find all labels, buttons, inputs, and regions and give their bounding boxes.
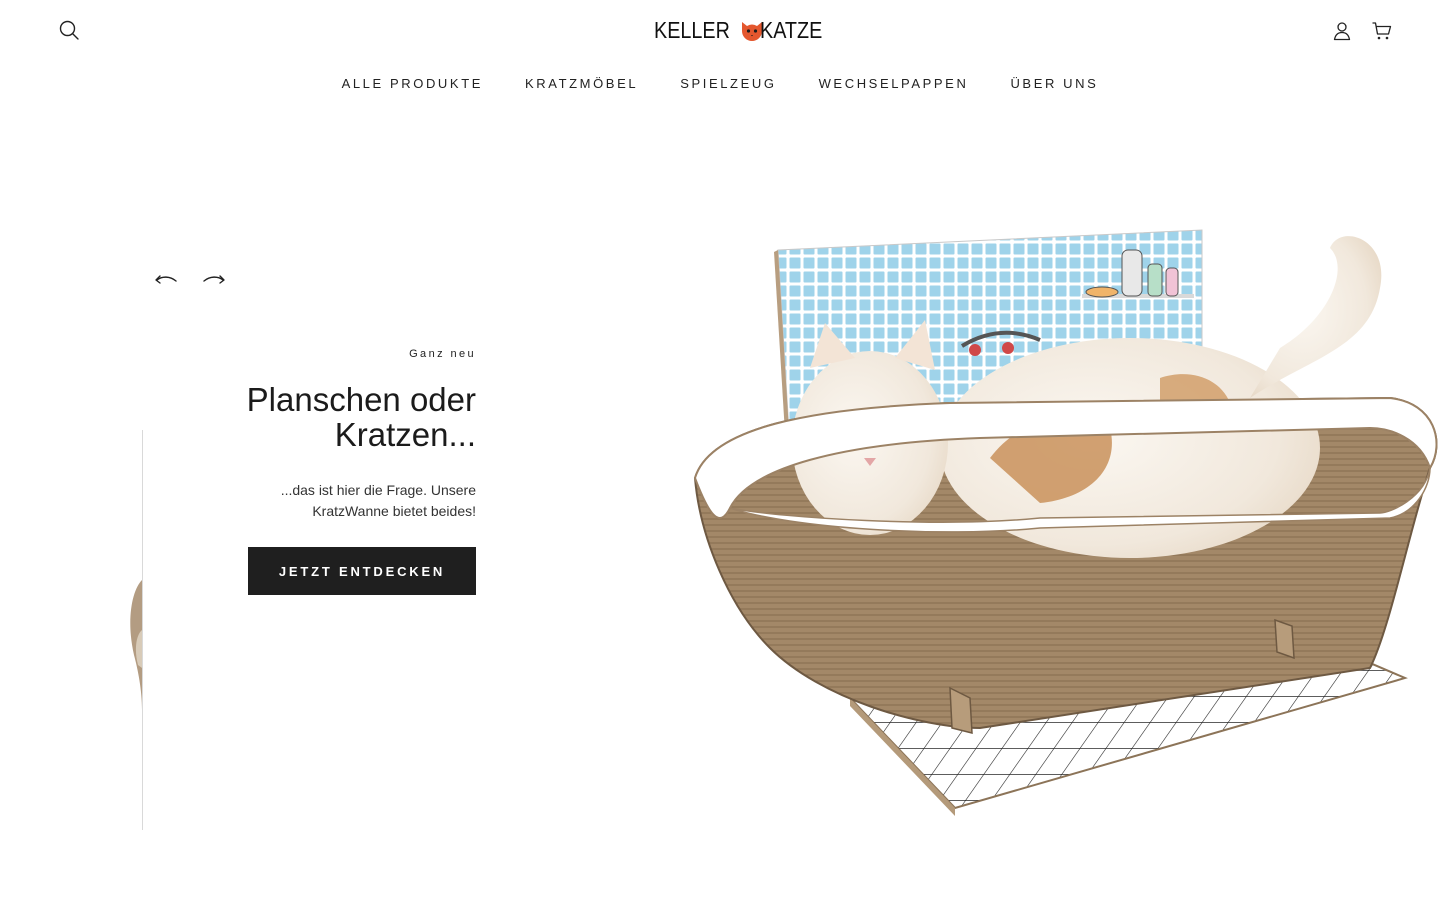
nav-item-alle-produkte[interactable]: ALLE PRODUKTE bbox=[321, 72, 504, 96]
site-header: KELLER KATZE bbox=[0, 0, 1440, 60]
hero-headline-line1: Planschen oder bbox=[246, 381, 476, 418]
hero-product-image[interactable] bbox=[690, 228, 1440, 828]
cta-button[interactable]: JETZT ENTDECKEN bbox=[248, 547, 476, 595]
logo-text-left: KELLER bbox=[654, 16, 730, 43]
previous-slide-button[interactable] bbox=[152, 268, 180, 292]
hero-slideshow: Ganz neu Planschen oder Kratzen... ...da… bbox=[0, 120, 1440, 860]
search-icon bbox=[59, 20, 79, 40]
hero-subline: ...das ist hier die Frage. Unsere KratzW… bbox=[200, 480, 476, 522]
logo-text-right: KATZE bbox=[760, 16, 823, 43]
search-button[interactable] bbox=[57, 18, 81, 42]
account-button[interactable] bbox=[1330, 19, 1354, 43]
hero-subline-line2: KratzWanne bietet beides! bbox=[312, 503, 476, 519]
hero-subline-line1: ...das ist hier die Frage. Unsere bbox=[280, 482, 476, 498]
hero-headline-line2: Kratzen... bbox=[334, 416, 476, 453]
user-icon bbox=[1333, 22, 1351, 41]
nav-item-spielzeug[interactable]: SPIELZEUG bbox=[659, 72, 797, 96]
hero-headline: Planschen oder Kratzen... bbox=[200, 382, 476, 452]
hero-eyebrow: Ganz neu bbox=[409, 348, 476, 360]
main-navigation: ALLE PRODUKTE KRATZMÖBEL SPIELZEUG WECHS… bbox=[0, 72, 1440, 96]
arrow-left-icon bbox=[155, 275, 177, 284]
site-logo[interactable]: KELLER KATZE bbox=[654, 14, 833, 46]
hero-text: Ganz neu Planschen oder Kratzen... ...da… bbox=[200, 348, 476, 550]
nav-item-wechselpappen[interactable]: WECHSELPAPPEN bbox=[798, 72, 990, 96]
slide-divider bbox=[142, 430, 143, 830]
previous-slide-peek bbox=[120, 430, 143, 830]
arrow-right-icon bbox=[203, 275, 225, 284]
shopping-cart-icon bbox=[1372, 22, 1392, 40]
nav-item-ueber-uns[interactable]: ÜBER UNS bbox=[989, 72, 1119, 96]
next-slide-button[interactable] bbox=[200, 268, 228, 292]
nav-item-kratzmoebel[interactable]: KRATZMÖBEL bbox=[504, 72, 659, 96]
cart-button[interactable] bbox=[1370, 19, 1394, 43]
